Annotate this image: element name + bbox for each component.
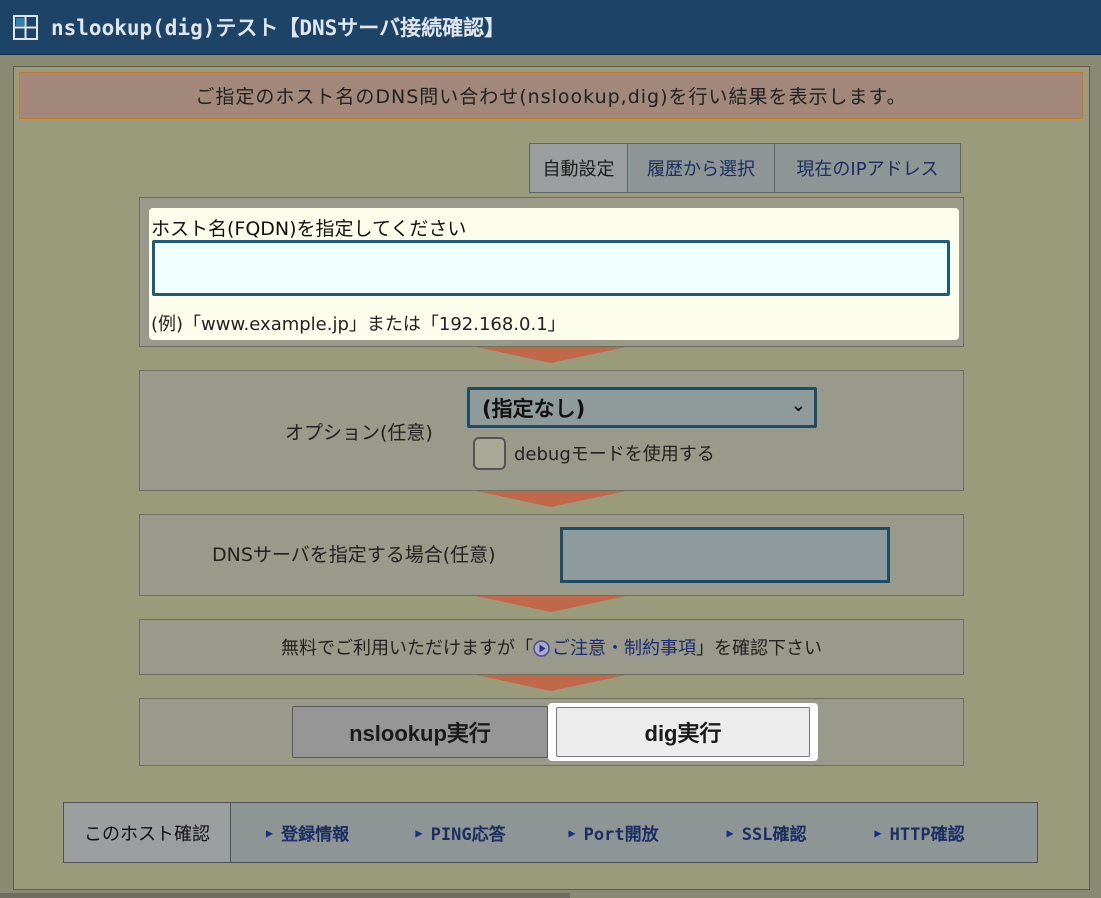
dig-button-highlight: dig実行 — [548, 703, 818, 761]
debug-label[interactable]: debugモードを使用する — [514, 440, 715, 466]
play-circle-icon — [533, 640, 550, 657]
link-ssl[interactable]: ▶ SSL確認 — [690, 803, 843, 862]
terms-prefix: 無料でご利用いただけますが「 — [281, 638, 533, 659]
dns-server-label: DNSサーバを指定する場合(任意) — [212, 544, 496, 566]
tab-auto-setting[interactable]: 自動設定 — [530, 144, 627, 192]
grid-icon — [13, 14, 38, 40]
terms-link-label: ご注意・制約事項 — [552, 638, 696, 659]
triangle-right-icon: ▶ — [568, 825, 576, 840]
option-selected-value: (指定なし) — [482, 396, 586, 421]
host-section: ホスト名(FQDN)を指定してください (例)「www.example.jp」ま… — [139, 197, 964, 347]
link-label: Port開放 — [583, 825, 659, 845]
host-example-text: (例)「www.example.jp」または「192.168.0.1」 — [151, 314, 566, 335]
link-label: SSL確認 — [741, 825, 807, 845]
link-label: 登録情報 — [281, 825, 350, 845]
dns-server-section: DNSサーバを指定する場合(任意) — [139, 514, 964, 596]
dig-run-button[interactable]: dig実行 — [556, 707, 810, 757]
page-title: nslookup(dig)テスト【DNSサーバ接続確認】 — [51, 16, 506, 40]
step-arrow-icon — [476, 491, 626, 507]
horizontal-scrollbar[interactable] — [0, 893, 570, 898]
quick-tabs: 自動設定 履歴から選択 現在のIPアドレス — [529, 143, 961, 193]
link-registration-info[interactable]: ▶ 登録情報 — [231, 803, 384, 862]
terms-link[interactable]: ご注意・制約事項 — [533, 634, 696, 660]
nslookup-run-button[interactable]: nslookup実行 — [292, 706, 548, 758]
triangle-right-icon: ▶ — [726, 825, 734, 840]
triangle-right-icon: ▶ — [874, 825, 882, 840]
host-check-links: このホスト確認 ▶ 登録情報 ▶ PING応答 ▶ Port開放 ▶ SSL確認… — [63, 802, 1038, 863]
step-arrow-icon — [476, 675, 626, 691]
host-input[interactable] — [152, 240, 950, 296]
debug-checkbox[interactable] — [473, 437, 506, 470]
option-section: オプション(任意) (指定なし) ⌄ debugモードを使用する — [139, 370, 964, 491]
title-bar: nslookup(dig)テスト【DNSサーバ接続確認】 — [0, 0, 1101, 55]
host-links-title: このホスト確認 — [64, 803, 231, 862]
host-card: ホスト名(FQDN)を指定してください (例)「www.example.jp」ま… — [149, 208, 959, 340]
host-label: ホスト名(FQDN)を指定してください — [151, 218, 467, 240]
link-port[interactable]: ▶ Port開放 — [537, 803, 690, 862]
option-select[interactable]: (指定なし) ⌄ — [467, 387, 817, 428]
link-label: HTTP確認 — [889, 825, 965, 845]
tab-current-ip[interactable]: 現在のIPアドレス — [774, 144, 960, 192]
dns-server-input[interactable] — [560, 527, 890, 583]
terms-section: 無料でご利用いただけますが「 ご注意・制約事項 」を確認下さい — [139, 619, 964, 675]
link-ping[interactable]: ▶ PING応答 — [384, 803, 537, 862]
main-panel: ご指定のホスト名のDNS問い合わせ(nslookup,dig)を行い結果を表示し… — [13, 66, 1090, 890]
terms-suffix: 」を確認下さい — [696, 638, 822, 659]
tab-select-history[interactable]: 履歴から選択 — [627, 144, 774, 192]
step-arrow-icon — [476, 596, 626, 612]
notice-banner: ご指定のホスト名のDNS問い合わせ(nslookup,dig)を行い結果を表示し… — [19, 72, 1083, 119]
chevron-down-icon: ⌄ — [790, 395, 806, 416]
triangle-right-icon: ▶ — [415, 825, 423, 840]
link-label: PING応答 — [430, 825, 506, 845]
run-section: nslookup実行 dig実行 — [139, 698, 964, 766]
triangle-right-icon: ▶ — [265, 825, 274, 840]
step-arrow-icon — [476, 347, 626, 363]
option-label: オプション(任意) — [285, 422, 433, 444]
link-http[interactable]: ▶ HTTP確認 — [843, 803, 996, 862]
